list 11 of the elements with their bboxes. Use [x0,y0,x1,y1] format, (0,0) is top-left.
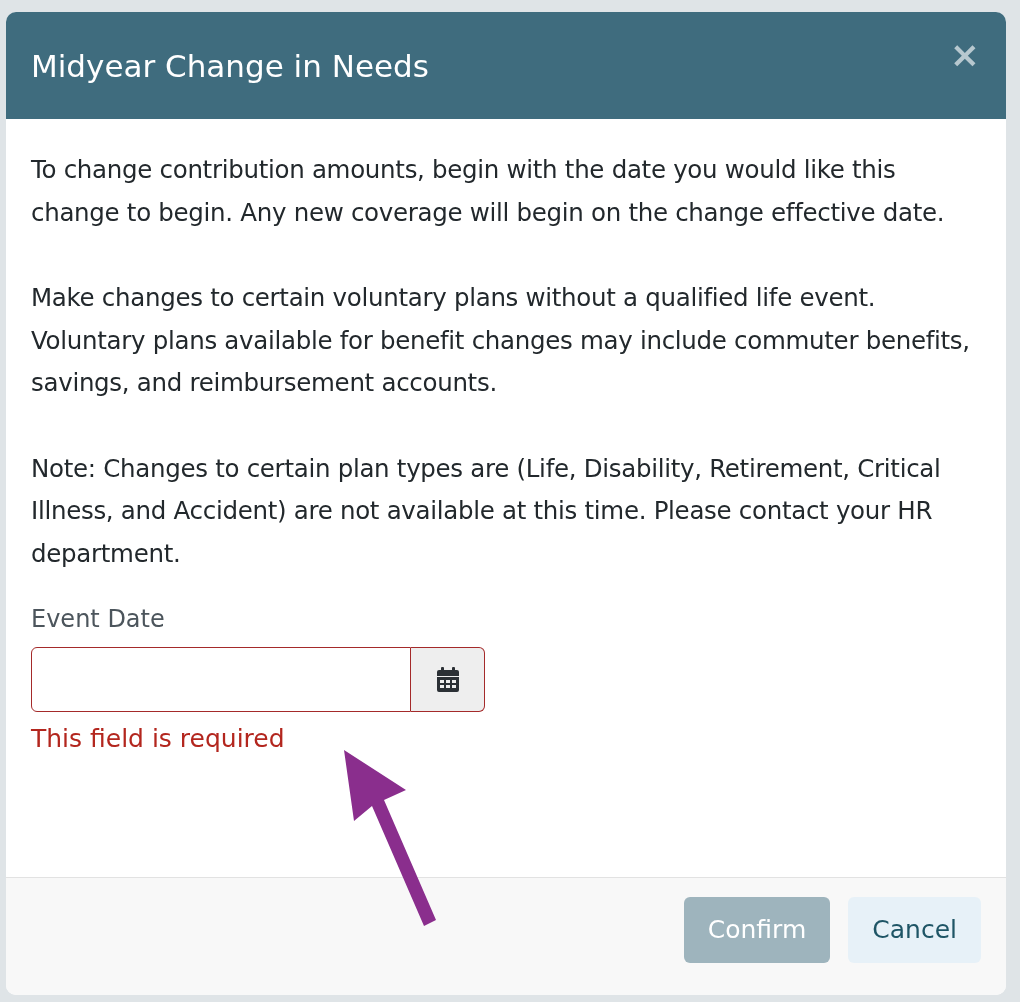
date-field[interactable] [31,647,411,712]
cancel-button[interactable]: Cancel [848,896,981,963]
close-button[interactable]: × [949,36,980,73]
calendar-button[interactable] [411,647,485,712]
paragraph: To change contribution amounts, begin with the date you would like this change to begin. Any new coverage will begin on the change effective date. [31,154,946,229]
field-label: Event Date [31,605,165,633]
error-message: This field is required [31,724,285,753]
calendar-icon [436,666,459,693]
dialog-title: Midyear Change in Needs [31,47,429,84]
paragraph: Note: Changes to certain plan types are (Life, Disability, Retirement, Critical Illness, and Accident) are not available at this time. Please contact your HR department. [31,452,942,570]
paragraph: Make changes to certain voluntary plans without a qualified life event. Voluntary plans available for benefit changes may include commuter benefits, savings, and reimbursement accounts. [31,282,971,399]
